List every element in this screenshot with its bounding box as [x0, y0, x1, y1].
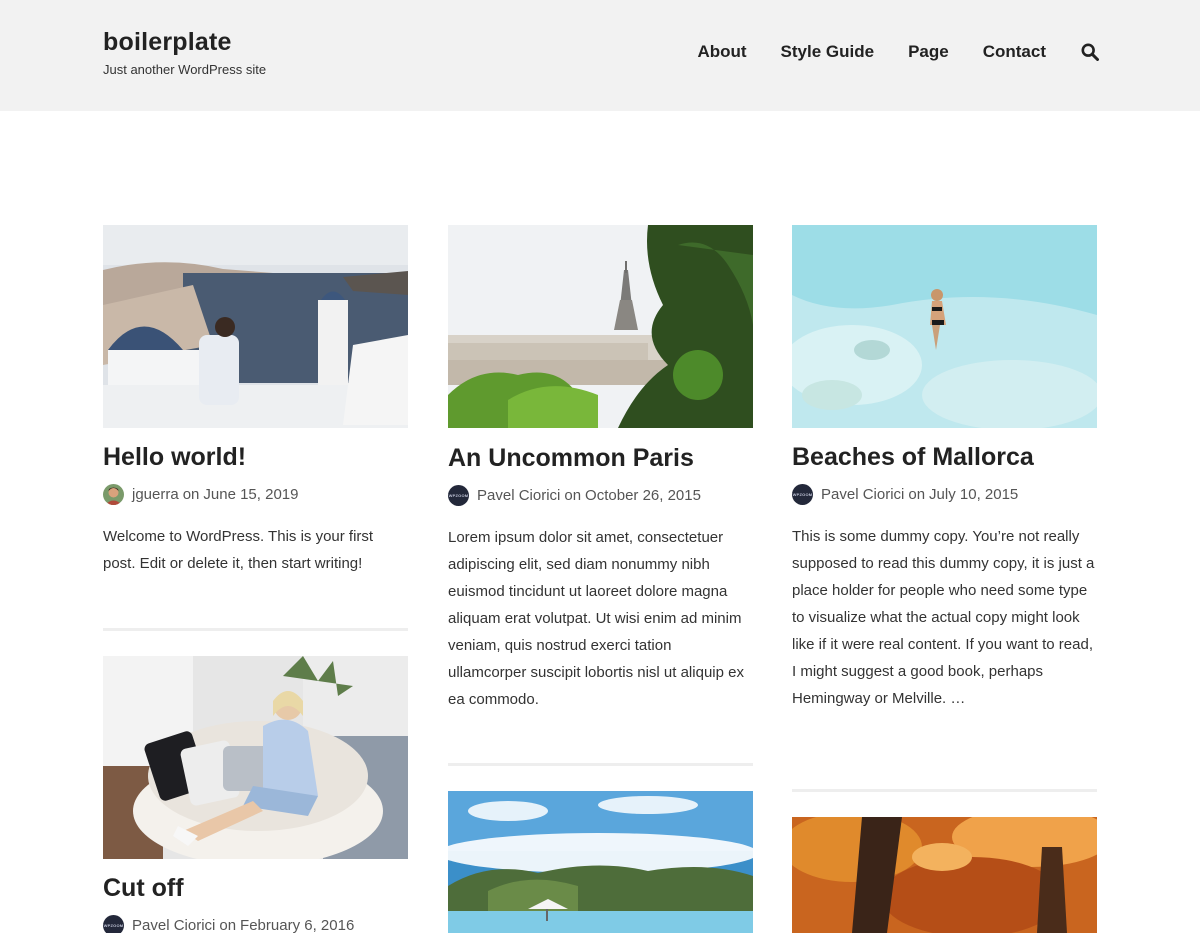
- post-thumbnail[interactable]: [103, 656, 408, 859]
- post-date[interactable]: October 26, 2015: [585, 487, 701, 504]
- post-card-pool: [448, 791, 753, 933]
- post-author[interactable]: Pavel Ciorici: [132, 917, 215, 933]
- meta-on: on: [219, 917, 237, 933]
- post-card-beaches-of-mallorca: Beaches of Mallorca WPZOOM Pavel Ciorici…: [792, 225, 1097, 790]
- post-thumbnail[interactable]: [448, 791, 753, 933]
- post-title[interactable]: Hello world!: [103, 443, 246, 472]
- post-card-cut-off: Cut off WPZOOM Pavel Ciorici on February…: [103, 656, 408, 933]
- post-date[interactable]: February 6, 2016: [240, 917, 354, 933]
- post-excerpt: Lorem ipsum dolor sit amet, consectetuer…: [448, 529, 744, 708]
- post-title[interactable]: Beaches of Mallorca: [792, 443, 1034, 472]
- post-date[interactable]: July 10, 2015: [929, 486, 1018, 503]
- author-avatar: WPZOOM: [448, 485, 469, 506]
- post-excerpt: Welcome to WordPress. This is your first…: [103, 528, 374, 572]
- avatar-logo-text: WPZOOM: [448, 493, 469, 498]
- main-nav: About Style Guide Page Contact: [663, 42, 1100, 62]
- meta-on: on: [564, 487, 582, 504]
- post-card-autumn: [792, 817, 1097, 933]
- post-meta: WPZOOM Pavel Ciorici on February 6, 2016: [103, 915, 354, 933]
- site-header: boilerplate Just another WordPress site …: [0, 0, 1200, 111]
- site-title[interactable]: boilerplate: [103, 28, 232, 57]
- nav-item-about[interactable]: About: [697, 42, 746, 62]
- post-thumbnail[interactable]: [792, 817, 1097, 933]
- post-title[interactable]: Cut off: [103, 874, 184, 903]
- post-title[interactable]: An Uncommon Paris: [448, 444, 694, 473]
- post-thumbnail[interactable]: [792, 225, 1097, 428]
- nav-item-contact[interactable]: Contact: [983, 42, 1046, 62]
- author-avatar: [103, 484, 124, 505]
- avatar-logo-text: WPZOOM: [103, 923, 124, 928]
- post-thumbnail[interactable]: [103, 225, 408, 428]
- post-date[interactable]: June 15, 2019: [203, 486, 298, 503]
- post-excerpt: This is some dummy copy. You’re not real…: [792, 528, 1095, 707]
- post-divider: [792, 789, 1097, 792]
- avatar-logo-text: WPZOOM: [792, 492, 813, 497]
- post-meta: WPZOOM Pavel Ciorici on October 26, 2015: [448, 485, 701, 506]
- search-button[interactable]: [1080, 42, 1100, 62]
- post-divider: [448, 763, 753, 766]
- post-meta: jguerra on June 15, 2019: [103, 484, 298, 505]
- post-divider: [103, 628, 408, 631]
- meta-on: on: [182, 486, 200, 503]
- nav-item-page[interactable]: Page: [908, 42, 949, 62]
- meta-on: on: [908, 486, 926, 503]
- search-icon: [1081, 43, 1099, 61]
- nav-item-style-guide[interactable]: Style Guide: [781, 42, 875, 62]
- author-avatar: WPZOOM: [792, 484, 813, 505]
- post-author[interactable]: Pavel Ciorici: [821, 486, 904, 503]
- post-author[interactable]: jguerra: [132, 486, 179, 503]
- post-thumbnail[interactable]: [448, 225, 753, 428]
- site-tagline: Just another WordPress site: [103, 62, 267, 77]
- post-author[interactable]: Pavel Ciorici: [477, 487, 560, 504]
- author-avatar: WPZOOM: [103, 915, 124, 933]
- post-meta: WPZOOM Pavel Ciorici on July 10, 2015: [792, 484, 1018, 505]
- post-card-an-uncommon-paris: An Uncommon Paris WPZOOM Pavel Ciorici o…: [448, 225, 753, 765]
- post-card-hello-world: Hello world! jguerra on June 15, 2019 We…: [103, 225, 408, 635]
